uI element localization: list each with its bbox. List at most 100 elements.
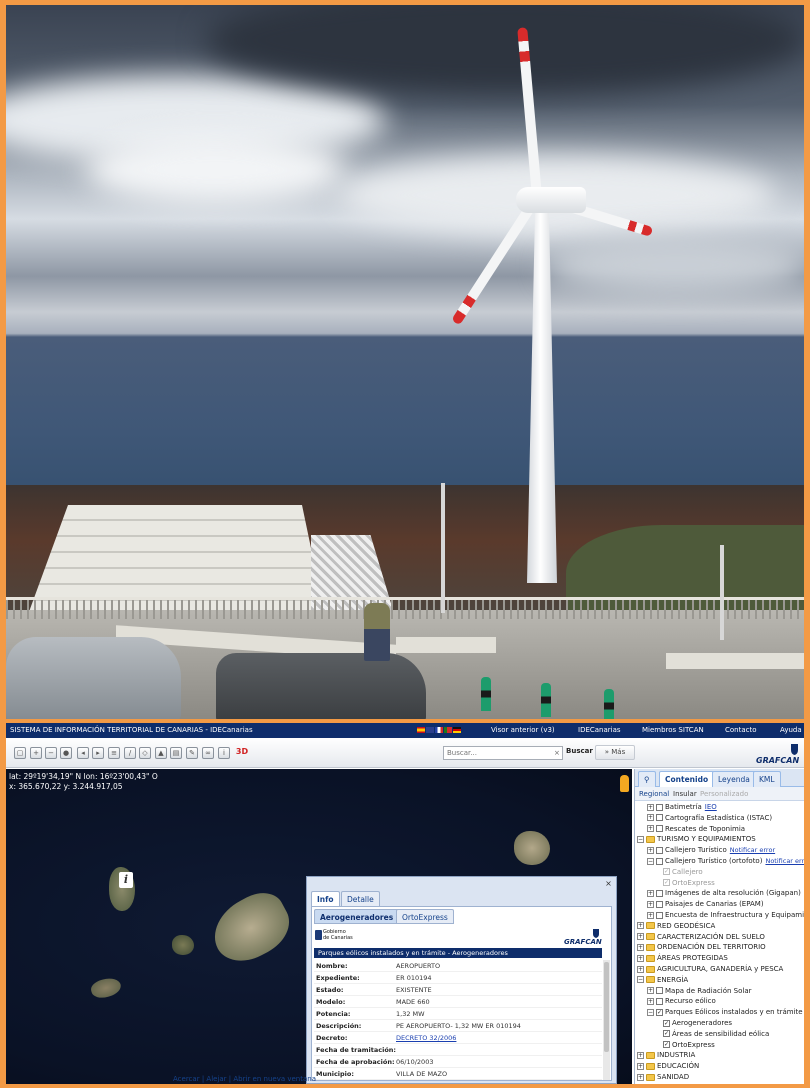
layer-checkbox[interactable] [656,997,663,1005]
map-canvas[interactable]: lat: 29º19'34,19" N lon: 16º23'00,43" O … [6,769,632,1084]
search-input[interactable] [443,746,563,760]
expand-icon[interactable]: + [637,1073,644,1081]
expand-icon[interactable]: + [647,889,654,897]
search-icon[interactable]: ⚲ [638,771,656,787]
layers-icon[interactable]: ≡ [108,747,120,759]
tree-layer[interactable]: + Mapa de Radiación Solar [647,986,752,997]
tree-layer[interactable]: ✓ OrtoExpress [663,878,715,889]
tree-folder[interactable]: + INDUSTRIA [637,1050,695,1061]
forward-icon[interactable]: ▸ [92,747,104,759]
info-marker-icon[interactable]: i [119,872,133,888]
tree-folder[interactable]: + SANIDAD [637,1072,689,1083]
zoom-out-link[interactable]: Alejar [206,1075,226,1083]
expand-icon[interactable]: + [647,900,654,908]
tree-layer[interactable]: + Imágenes de alta resolución (Gigapan) [647,888,801,899]
tree-folder[interactable]: + EDUCACIÓN [637,1061,699,1072]
back-icon[interactable]: ◂ [77,747,89,759]
tab-leyenda[interactable]: Leyenda [712,771,756,787]
tab-contenido[interactable]: Contenido [659,771,715,787]
ieo-link[interactable]: IEO [705,803,717,811]
tree-layer[interactable]: + Encuesta de Infraestructura y Equipamie… [647,910,804,921]
attribute-value[interactable]: DECRETO 32/2006 [396,1032,456,1044]
tree-folder[interactable]: + ÁREAS PROTEGIDAS [637,953,728,964]
tab-aerogeneradores[interactable]: Aerogeneradores [314,909,400,924]
layer-checkbox[interactable] [656,987,663,995]
expand-icon[interactable]: + [647,911,654,919]
tree-layer[interactable]: + Callejero Turístico Notificar error [647,845,775,856]
tree-layer[interactable]: + Cartografía Estadística (ISTAC) [647,813,772,824]
collapse-icon[interactable]: − [647,857,654,865]
zoom-extent-icon[interactable]: ▢ [14,747,26,759]
tree-layer[interactable]: ✓ Aerogeneradores [663,1018,732,1029]
terrain-icon[interactable]: ▲ [155,747,167,759]
flag-es-icon[interactable] [417,727,425,733]
expand-icon[interactable]: + [637,943,644,951]
collapse-icon[interactable]: − [637,835,644,843]
more-button[interactable]: » Más [595,745,635,760]
expand-icon[interactable]: + [647,987,654,995]
expand-icon[interactable]: + [637,1051,644,1059]
popup-scrollbar[interactable] [603,960,610,1080]
measure-area-icon[interactable]: ◇ [139,747,151,759]
nav-visor-anterior[interactable]: Visor anterior (v3) [491,723,555,738]
tree-folder[interactable]: + AGRICULTURA, GANADERÍA y PESCA [637,964,783,975]
layer-checkbox[interactable] [656,857,663,865]
notify-error-link[interactable]: Notificar error [765,857,804,865]
expand-icon[interactable]: + [637,965,644,973]
layer-checkbox[interactable]: ✓ [663,1041,670,1049]
subtab-personalizado[interactable]: Personalizado [700,787,748,801]
close-icon[interactable]: × [604,879,613,888]
info-tool-icon[interactable]: i [218,747,230,759]
layer-checkbox[interactable]: ✓ [656,1008,663,1016]
nav-idecanarias[interactable]: IDECanarias [578,723,621,738]
print-icon[interactable]: ▤ [170,747,182,759]
tree-layer[interactable]: − Callejero Turístico (ortofoto) Notificar… [647,856,804,867]
expand-icon[interactable]: + [647,825,654,833]
expand-icon[interactable]: + [637,933,644,941]
expand-icon[interactable]: + [647,814,654,822]
layer-checkbox[interactable] [656,900,663,908]
tab-kml[interactable]: KML [753,771,781,787]
tree-folder[interactable]: − TURISMO Y EQUIPAMIENTOS [637,834,756,845]
tree-layer[interactable]: + Batimetría IEO [647,802,717,813]
layer-checkbox[interactable]: ✓ [663,868,670,876]
tab-ortoexpress[interactable]: OrtoExpress [396,909,454,924]
collapse-icon[interactable]: − [637,976,644,984]
layer-checkbox[interactable] [656,889,663,897]
expand-icon[interactable]: + [647,997,654,1005]
tree-layer[interactable]: ✓ Callejero [663,867,703,878]
tree-folder[interactable]: − ENERGÍA [637,975,688,986]
layer-checkbox[interactable] [656,825,663,833]
layer-checkbox[interactable] [656,846,663,854]
layer-checkbox[interactable] [656,814,663,822]
pegman-icon[interactable] [620,775,629,792]
search-clear-icon[interactable]: × [554,749,560,757]
scroll-thumb[interactable] [604,962,609,1052]
tree-folder[interactable]: + ORDENACIÓN DEL TERRITORIO [637,942,766,953]
search-button[interactable]: Buscar [566,747,593,755]
flag-fr-icon[interactable] [435,727,443,733]
zoom-in-icon[interactable]: + [30,747,42,759]
nav-contacto[interactable]: Contacto [725,723,757,738]
link-icon[interactable]: ∞ [202,747,214,759]
flag-de-icon[interactable] [453,727,461,733]
nav-miembros-sitcan[interactable]: Miembros SITCAN [642,723,704,738]
layer-checkbox[interactable] [656,803,663,811]
expand-icon[interactable]: + [647,803,654,811]
layer-checkbox[interactable]: ✓ [663,1030,670,1038]
tree-layer[interactable]: + Rescates de Toponimia [647,824,745,835]
tree-folder[interactable]: + CARACTERIZACIÓN DEL SUELO [637,932,765,943]
three-d-button[interactable]: 3D [234,747,250,759]
tree-layer[interactable]: ✓ OrtoExpress [663,1040,715,1051]
tree-layer[interactable]: + Recurso eólico [647,996,716,1007]
open-new-window-link[interactable]: Abrir en nueva ventana [233,1075,316,1083]
tab-detalle[interactable]: Detalle [341,891,380,906]
expand-icon[interactable]: + [637,1062,644,1070]
tree-layer[interactable]: ✓ Áreas de sensibilidad eólica [663,1029,769,1040]
subtab-insular[interactable]: Insular [673,787,697,801]
zoom-out-icon[interactable]: − [45,747,57,759]
nav-ayuda[interactable]: Ayuda [780,723,802,738]
tree-layer[interactable]: + Paisajes de Canarias (EPAM) [647,899,764,910]
tab-info[interactable]: Info [311,891,340,906]
layer-checkbox[interactable]: ✓ [663,879,670,887]
